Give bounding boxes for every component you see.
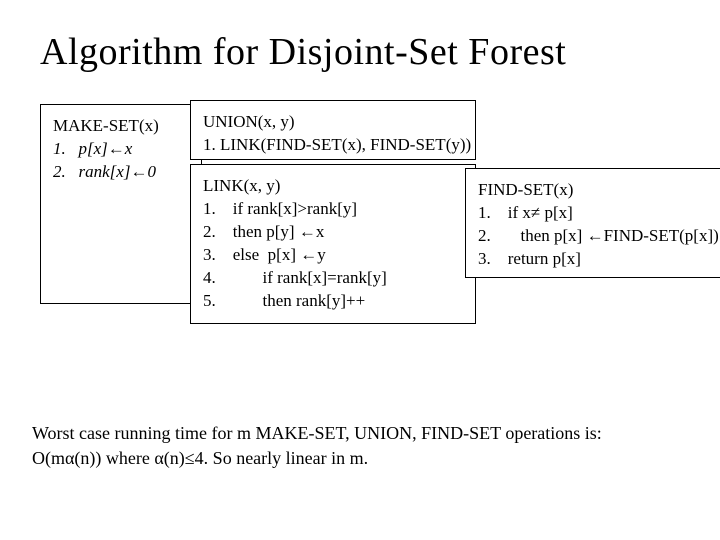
make-set-line-2: 2. rank[x]←0 bbox=[53, 161, 191, 184]
find-set-line-1: 1. if x≠ p[x] bbox=[478, 202, 714, 225]
footer-line-1: Worst case running time for m MAKE-SET, … bbox=[32, 421, 682, 445]
link-box: LINK(x, y) 1. if rank[x]>rank[y] 2. then… bbox=[190, 164, 476, 324]
link-line-5: 5. then rank[y]++ bbox=[203, 290, 465, 313]
find-set-line-3: 3. return p[x] bbox=[478, 248, 714, 271]
union-box: UNION(x, y) 1. LINK(FIND-SET(x), FIND-SE… bbox=[190, 100, 476, 160]
make-set-line-1: 1. p[x]←x bbox=[53, 138, 191, 161]
link-line-4: 4. if rank[x]=rank[y] bbox=[203, 267, 465, 290]
footer-text: Worst case running time for m MAKE-SET, … bbox=[32, 421, 682, 470]
link-header: LINK(x, y) bbox=[203, 175, 465, 198]
link-line-2: 2. then p[y] ←x bbox=[203, 221, 465, 244]
slide: Algorithm for Disjoint-Set Forest MAKE-S… bbox=[0, 0, 720, 540]
find-set-header: FIND-SET(x) bbox=[478, 179, 714, 202]
footer-line-2: O(mα(n)) where α(n)≤4. So nearly linear … bbox=[32, 446, 682, 470]
union-header: UNION(x, y) bbox=[203, 111, 465, 134]
link-line-1: 1. if rank[x]>rank[y] bbox=[203, 198, 465, 221]
make-set-box: MAKE-SET(x) 1. p[x]←x 2. rank[x]←0 bbox=[40, 104, 202, 304]
find-set-line-2: 2. then p[x] ←FIND-SET(p[x]) bbox=[478, 225, 714, 248]
make-set-header: MAKE-SET(x) bbox=[53, 115, 191, 138]
find-set-box: FIND-SET(x) 1. if x≠ p[x] 2. then p[x] ←… bbox=[465, 168, 720, 278]
page-title: Algorithm for Disjoint-Set Forest bbox=[40, 30, 692, 74]
link-line-3: 3. else p[x] ←y bbox=[203, 244, 465, 267]
algorithm-boxes: MAKE-SET(x) 1. p[x]←x 2. rank[x]←0 UNION… bbox=[40, 100, 692, 360]
union-line-1: 1. LINK(FIND-SET(x), FIND-SET(y)) bbox=[203, 134, 465, 157]
